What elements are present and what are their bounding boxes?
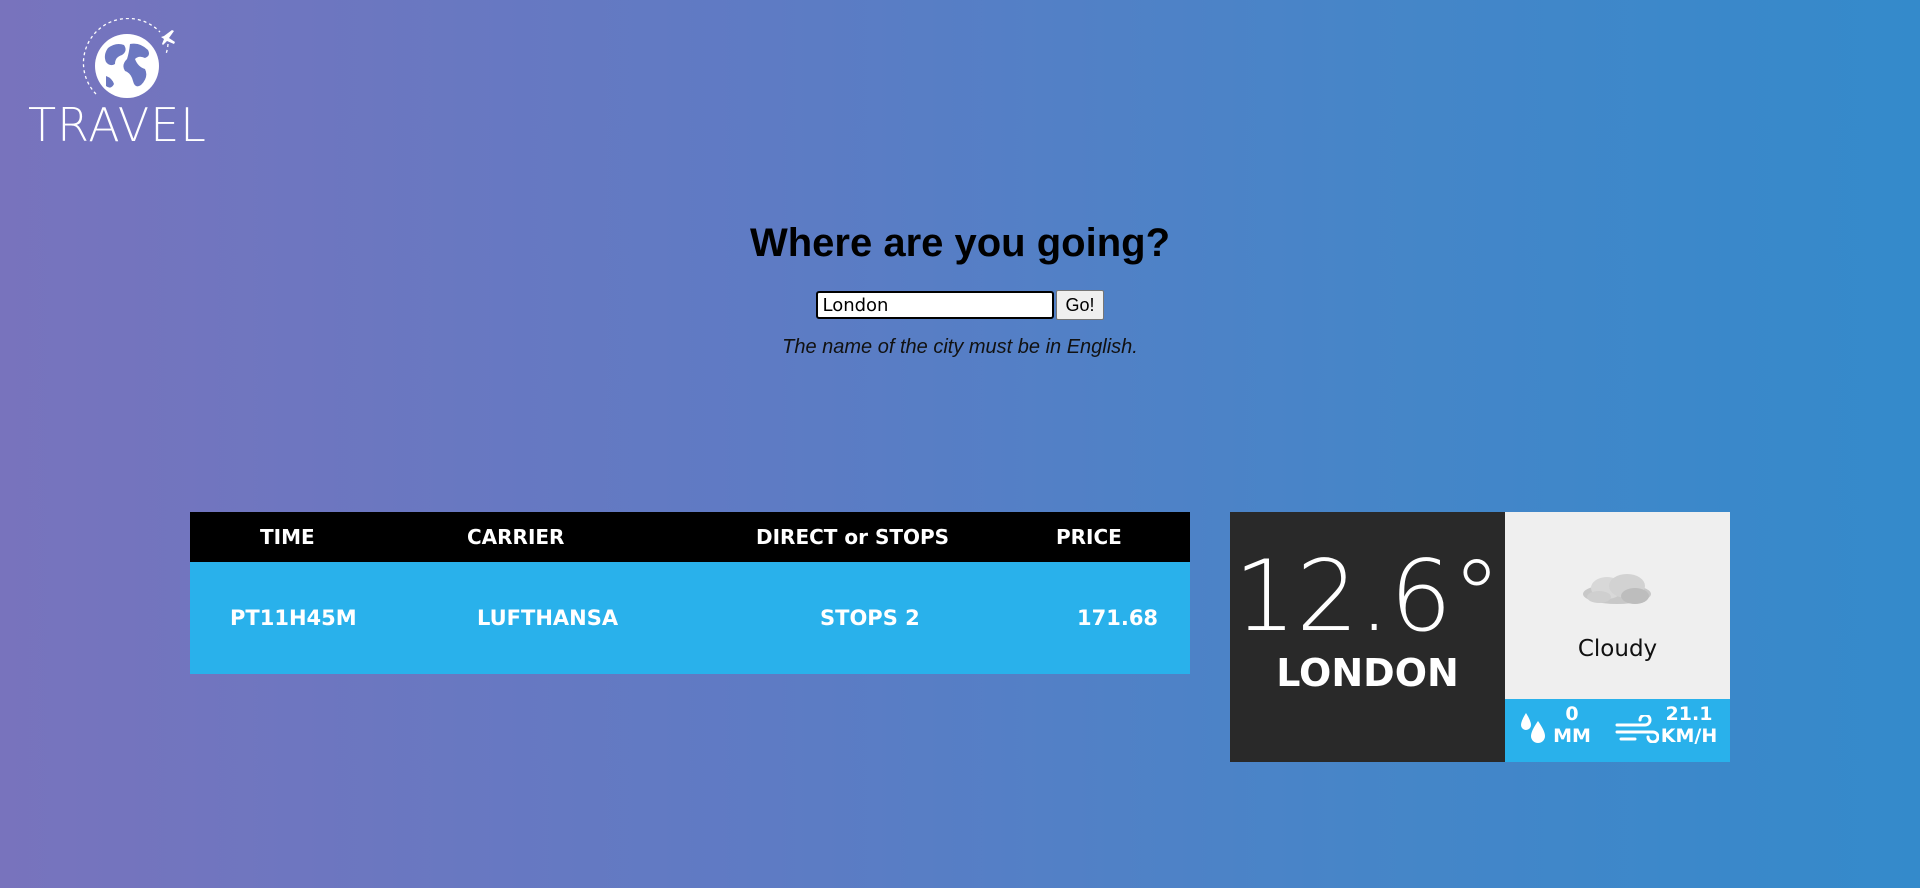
weather-details: Cloudy 0 MM 21.1 KM/H (1505, 512, 1730, 762)
column-header-price: PRICE (1056, 525, 1122, 549)
wind-speed: 21.1 KM/H (1657, 703, 1721, 747)
wind-unit: KM/H (1660, 725, 1718, 747)
table-header: TIME CARRIER DIRECT or STOPS PRICE (190, 512, 1190, 562)
globe-plane-icon (82, 18, 175, 98)
column-header-time: TIME (260, 525, 315, 549)
flights-table: TIME CARRIER DIRECT or STOPS PRICE PT11H… (190, 512, 1190, 674)
weather-condition: Cloudy (1505, 512, 1730, 699)
column-header-stops: DIRECT or STOPS (756, 525, 950, 549)
temperature: 12.6° (1233, 540, 1502, 654)
search-hint: The name of the city must be in English. (782, 336, 1138, 358)
city-name: LONDON (1276, 651, 1459, 695)
raindrops-icon (1521, 713, 1545, 743)
precipitation-value: 0 (1565, 703, 1579, 725)
city-search-input[interactable] (816, 291, 1055, 319)
cloud-icon (1583, 574, 1651, 604)
flight-carrier: LUFTHANSA (477, 606, 619, 630)
flight-time: PT11H45M (230, 606, 357, 630)
brand-name: TRAVEL (28, 98, 207, 152)
flight-stops: STOPS 2 (820, 606, 920, 630)
wind-value: 21.1 (1665, 703, 1713, 725)
condition-label: Cloudy (1577, 636, 1658, 662)
search-section: Where are you going? Go! The name of the… (0, 218, 1920, 359)
page-title: Where are you going? (749, 221, 1171, 265)
precipitation: 0 MM (1553, 703, 1591, 747)
weather-summary: 12.6° LONDON (1230, 512, 1505, 762)
search-form: Go! (0, 290, 1920, 320)
wind-icon (1615, 715, 1659, 743)
table-row[interactable]: PT11H45M LUFTHANSA STOPS 2 171.68 (190, 562, 1190, 674)
precipitation-unit: MM (1553, 725, 1591, 747)
weather-widget: 12.6° LONDON Cloudy 0 MM 21.1 KM/H (1230, 512, 1730, 762)
weather-stats: 0 MM 21.1 KM/H (1505, 699, 1730, 762)
go-button[interactable]: Go! (1056, 290, 1104, 320)
flight-price: 171.68 (1077, 606, 1159, 630)
column-header-carrier: CARRIER (467, 525, 565, 549)
travel-logo[interactable]: TRAVEL (28, 18, 228, 152)
